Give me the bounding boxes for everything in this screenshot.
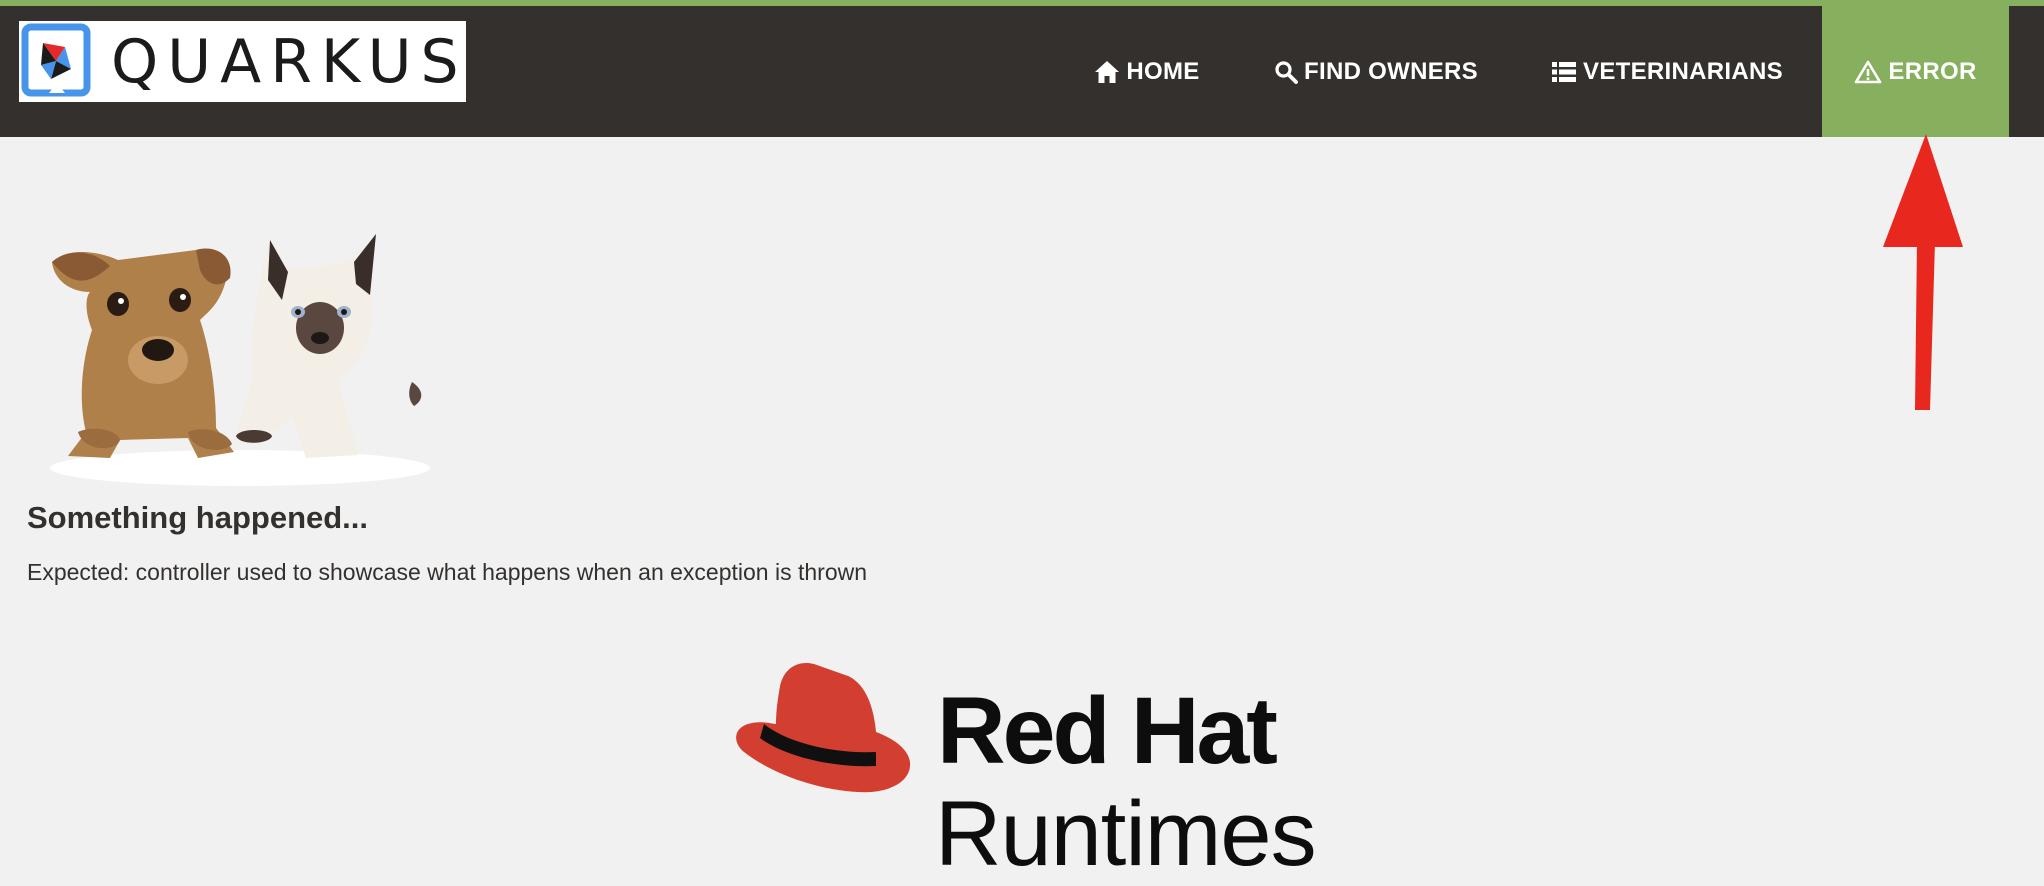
error-heading: Something happened...: [27, 500, 369, 535]
search-icon: [1275, 60, 1298, 84]
nav-veterinarians-link[interactable]: VETERINARIANS: [1546, 6, 1788, 137]
home-icon: [1095, 60, 1120, 83]
nav-find-owners-label: FIND OWNERS: [1304, 57, 1478, 85]
pets-illustration: [50, 234, 430, 486]
redhat-wordmark-line1: Red Hat: [937, 678, 1278, 784]
nav-home-label: HOME: [1126, 57, 1200, 85]
quarkus-logo-icon: [21, 23, 91, 97]
error-message: Expected: controller used to showcase wh…: [27, 559, 868, 585]
redhat-wordmark-line2: Runtimes: [935, 783, 1317, 885]
nav-find-owners-link[interactable]: FIND OWNERS: [1265, 6, 1487, 137]
red-arrow-icon: [1883, 134, 1963, 410]
list-icon: [1552, 61, 1577, 82]
warning-icon: [1855, 60, 1882, 83]
nav-home-link[interactable]: HOME: [1088, 6, 1206, 137]
nav-veterinarians-label: VETERINARIANS: [1583, 57, 1783, 85]
nav-error-label: ERROR: [1888, 57, 1977, 85]
red-hat-logo-icon: [736, 662, 911, 793]
brand-name: QUARKUS: [111, 27, 468, 97]
brand-logo-link[interactable]: QUARKUS: [19, 21, 466, 102]
nav-error-link[interactable]: ERROR: [1822, 6, 2009, 137]
